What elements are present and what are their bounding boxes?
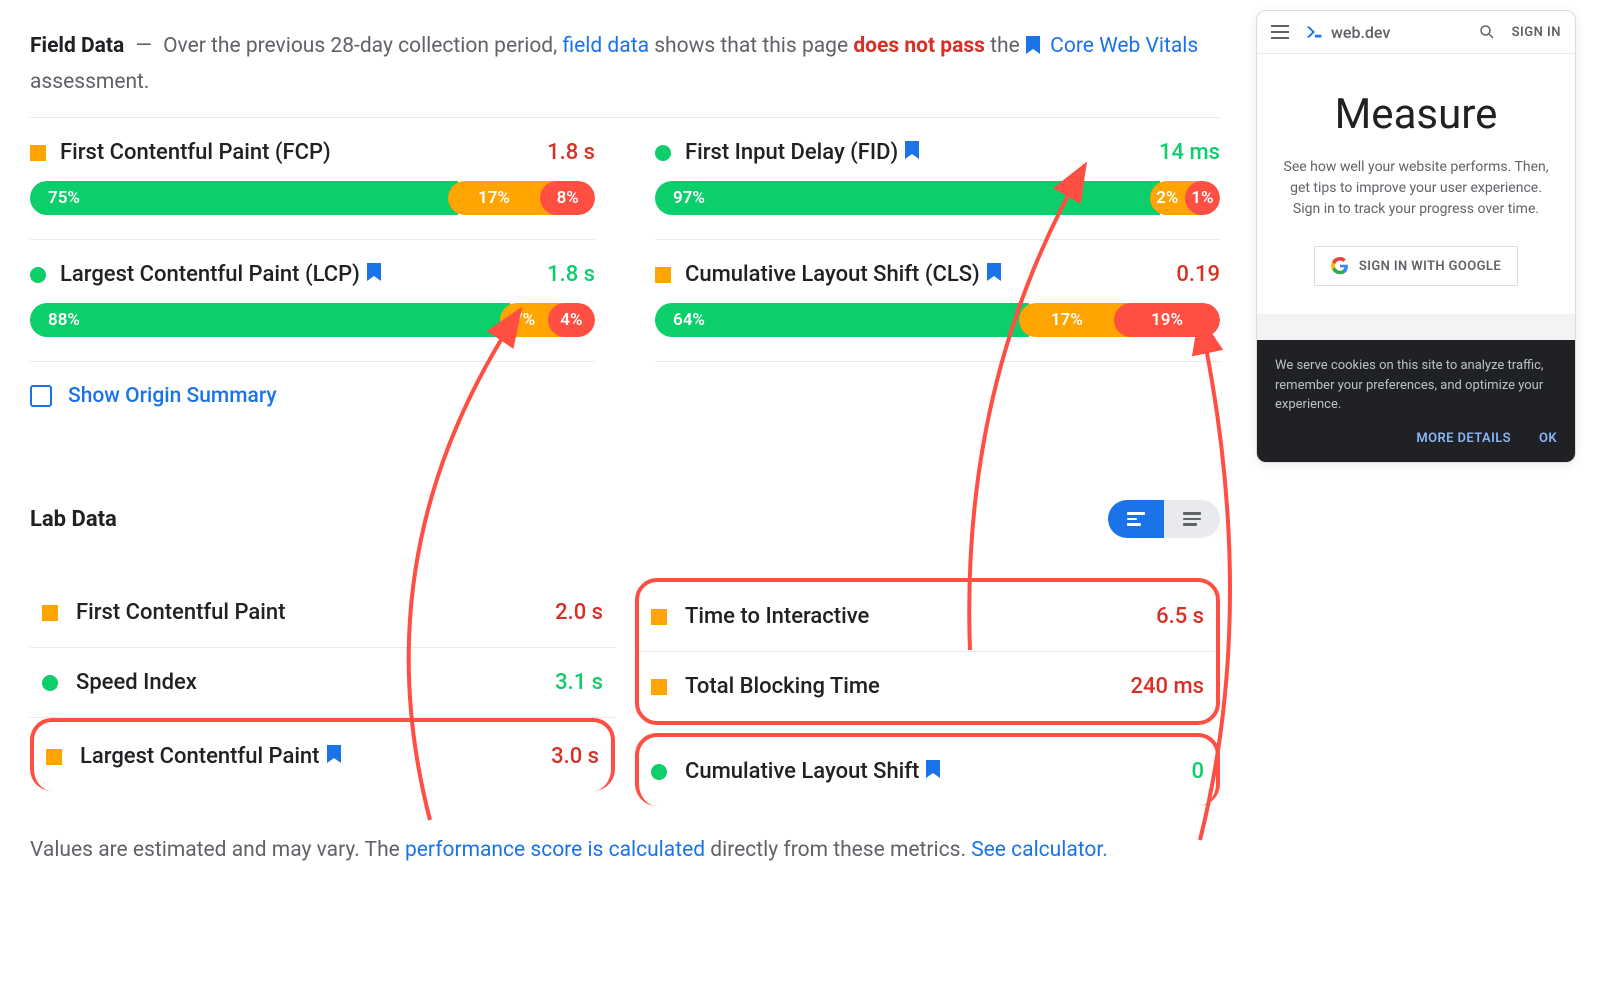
distribution-bar: 75% 17% 8% [30,181,595,215]
ok-button[interactable]: OK [1539,429,1557,449]
bookmark-icon [326,745,342,763]
measure-title: Measure [1277,90,1555,139]
checkbox-icon[interactable] [30,385,52,407]
field-data-header: Field Data — Over the previous 28-day co… [30,30,1220,99]
metric-value: 14 ms [1159,140,1220,165]
view-toggle[interactable] [1108,500,1220,538]
circle-icon [30,267,46,283]
sign-in-with-google-button[interactable]: SIGN IN WITH GOOGLE [1314,246,1518,286]
preview-panel: web.dev SIGN IN Measure See how well you… [1256,10,1576,463]
cookie-banner: We serve cookies on this site to analyze… [1257,340,1575,462]
distribution-bar: 97% 2% 1% [655,181,1220,215]
hamburger-icon[interactable] [1271,25,1289,39]
metric-fcp: First Contentful Paint (FCP) 1.8 s 75% 1… [30,118,595,240]
metric-value: 0.19 [1176,262,1220,287]
field-data-title: Field Data [30,34,124,58]
bookmark-icon [925,760,941,778]
sign-in-button[interactable]: SIGN IN [1512,25,1561,40]
lab-row-fcp: First Contentful Paint 2.0 s [30,578,615,648]
measure-description: See how well your website performs. Then… [1277,157,1555,220]
see-calculator-link[interactable]: See calculator. [971,838,1108,862]
bookmark-icon [1025,32,1041,66]
lab-row-cls: Cumulative Layout Shift 0 [635,733,1220,806]
search-icon[interactable] [1478,23,1496,41]
bookmark-icon [986,263,1002,281]
square-icon [46,749,62,765]
more-details-link[interactable]: MORE DETAILS [1416,429,1511,449]
circle-icon [42,675,58,691]
bookmark-icon [366,263,382,281]
bookmark-icon [904,141,920,159]
distribution-bar: 64% 17% 19% [655,303,1220,337]
highlight-group: Time to Interactive 6.5 s Total Blocking… [635,578,1220,725]
metric-lcp: Largest Contentful Paint (LCP) 1.8 s 88%… [30,240,595,362]
logo-icon [1303,21,1325,43]
show-origin-summary[interactable]: Show Origin Summary [30,362,595,430]
lab-data-title: Lab Data [30,507,117,532]
google-icon [1331,257,1349,275]
toggle-right-icon[interactable] [1164,500,1220,538]
square-icon [30,145,46,161]
circle-icon [651,764,667,780]
square-icon [655,267,671,283]
lab-row-si: Speed Index 3.1 s [30,648,615,718]
fail-status: does not pass [853,34,985,58]
performance-score-link[interactable]: performance score is calculated [405,838,705,862]
field-data-link[interactable]: field data [563,34,650,58]
webdev-logo[interactable]: web.dev [1303,21,1390,43]
metric-value: 1.8 s [547,140,595,165]
lab-row-tbt: Total Blocking Time 240 ms [639,652,1216,721]
toggle-left-icon[interactable] [1108,500,1164,538]
square-icon [651,609,667,625]
metric-value: 1.8 s [547,262,595,287]
metric-fid: First Input Delay (FID) 14 ms 97% 2% 1% [655,118,1220,240]
distribution-bar: 88% 7% 4% [30,303,595,337]
lab-row-tti: Time to Interactive 6.5 s [639,582,1216,652]
square-icon [42,605,58,621]
metric-cls: Cumulative Layout Shift (CLS) 0.19 64% 1… [655,240,1220,362]
core-web-vitals-link[interactable]: Core Web Vitals [1050,34,1198,58]
square-icon [651,679,667,695]
circle-icon [655,145,671,161]
lab-row-lcp: Largest Contentful Paint 3.0 s [30,718,615,791]
footer-note: Values are estimated and may vary. The p… [30,834,1110,868]
